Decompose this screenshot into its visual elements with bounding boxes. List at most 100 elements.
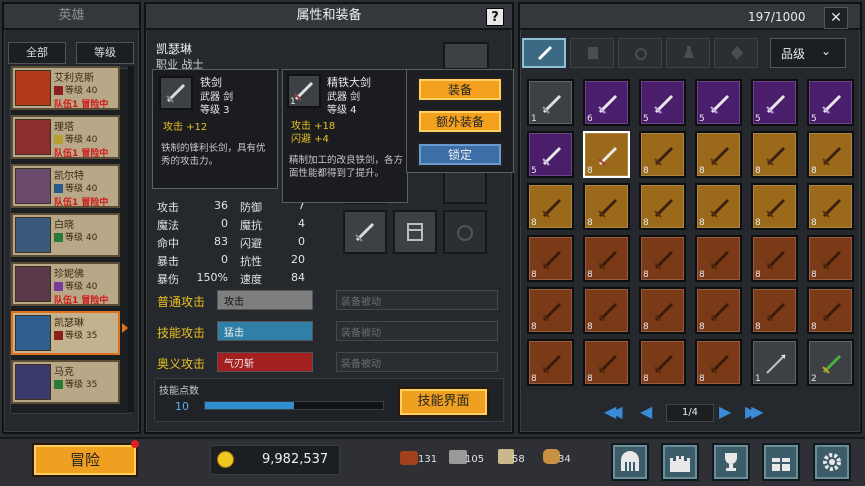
inventory-slot[interactable]: 8 bbox=[527, 235, 574, 282]
inventory-slot[interactable]: 8 bbox=[751, 235, 798, 282]
inventory-slot[interactable]: 8 bbox=[695, 287, 742, 334]
item-count: 8 bbox=[699, 218, 705, 228]
castle-icon bbox=[670, 456, 690, 472]
tab-potion[interactable] bbox=[666, 38, 710, 68]
equip-slot-armor[interactable] bbox=[393, 210, 437, 254]
sword-icon bbox=[766, 94, 786, 114]
tab-weapons[interactable] bbox=[522, 38, 566, 68]
tab-accessory[interactable] bbox=[618, 38, 662, 68]
inventory-slot[interactable]: 8 bbox=[807, 287, 854, 334]
inventory-slot[interactable]: 5 bbox=[807, 79, 854, 126]
hero-card-baixiao[interactable]: 白晓 等级 40 bbox=[11, 213, 120, 257]
item-count: 8 bbox=[643, 374, 649, 384]
equip-slot-weapon[interactable] bbox=[343, 210, 387, 254]
new-item-count: 1 bbox=[290, 97, 296, 107]
inventory-slot[interactable]: 5 bbox=[751, 79, 798, 126]
tab-level[interactable]: 等级 bbox=[76, 42, 134, 64]
inventory-slot[interactable]: 8 bbox=[639, 287, 686, 334]
inventory-slot[interactable]: 8 bbox=[583, 287, 630, 334]
inventory-slot[interactable]: 8 bbox=[751, 287, 798, 334]
inventory-slot[interactable]: 8 bbox=[639, 131, 686, 178]
inventory-slot[interactable]: 8 bbox=[695, 131, 742, 178]
inventory-slot[interactable]: 8 bbox=[639, 183, 686, 230]
hero-portrait bbox=[15, 70, 51, 106]
stat-label-defense: 防御 bbox=[240, 201, 262, 214]
nav-settings-button[interactable] bbox=[813, 443, 851, 481]
sword-icon bbox=[710, 354, 730, 374]
inventory-slot[interactable]: 8 bbox=[583, 183, 630, 230]
next-page-icon[interactable]: ▶ bbox=[719, 403, 737, 421]
hero-card-mark[interactable]: 马克 等级 35 bbox=[11, 360, 120, 404]
hero-card-kelt[interactable]: 凯尔特 等级 40 队伍1 冒险中 bbox=[11, 164, 120, 208]
inventory-slot[interactable]: 8 bbox=[583, 131, 630, 178]
equip-slot-helm[interactable] bbox=[443, 42, 489, 70]
inventory-slot[interactable]: 8 bbox=[639, 235, 686, 282]
inventory-slot[interactable]: 8 bbox=[527, 183, 574, 230]
resource-meat: 131 bbox=[418, 454, 438, 465]
inventory-slot[interactable]: 5 bbox=[639, 79, 686, 126]
inventory-count: 197/1000 bbox=[748, 10, 806, 24]
inventory-slot[interactable]: 8 bbox=[807, 183, 854, 230]
inventory-slot[interactable]: 8 bbox=[583, 339, 630, 386]
inventory-slot[interactable]: 8 bbox=[527, 339, 574, 386]
skill-screen-button[interactable]: 技能界面 bbox=[398, 387, 489, 417]
inventory-slot[interactable]: 8 bbox=[751, 183, 798, 230]
inventory-slot[interactable]: 5 bbox=[695, 79, 742, 126]
inventory-slot[interactable]: 8 bbox=[639, 339, 686, 386]
item-count: 1 bbox=[531, 114, 537, 124]
close-button[interactable]: ✕ bbox=[824, 7, 848, 29]
equip-button[interactable]: 装备 bbox=[417, 77, 503, 102]
inventory-slot[interactable]: 2 bbox=[807, 339, 854, 386]
sword-icon bbox=[598, 354, 618, 374]
help-button[interactable]: ? bbox=[486, 8, 504, 26]
inventory-slot[interactable]: 8 bbox=[807, 131, 854, 178]
inventory-slot[interactable]: 1 bbox=[527, 79, 574, 126]
hero-card-alex[interactable]: 艾利克斯 等级 40 队伍1 冒险中 bbox=[11, 66, 120, 110]
stat-label-crit: 暴击 bbox=[157, 255, 179, 268]
adventure-button[interactable]: 冒险 bbox=[32, 443, 138, 477]
equip-slot-empty-2[interactable] bbox=[443, 168, 487, 204]
hero-card-rita[interactable]: 理塔 等级 40 队伍1 冒险中 bbox=[11, 115, 120, 159]
inventory-slot[interactable]: 8 bbox=[695, 183, 742, 230]
equip-passive-3[interactable]: 装备被动 bbox=[336, 352, 498, 372]
nav-castle-button[interactable] bbox=[661, 443, 699, 481]
extra-equip-button[interactable]: 额外装备 bbox=[417, 109, 503, 134]
inventory-slot[interactable]: 8 bbox=[527, 287, 574, 334]
sort-dropdown[interactable]: 品级 ⌄ bbox=[770, 38, 846, 68]
hero-card-jennifer[interactable]: 珍妮佛 等级 40 队伍1 冒险中 bbox=[11, 262, 120, 306]
nav-trophy-button[interactable] bbox=[712, 443, 750, 481]
nav-gift-button[interactable] bbox=[762, 443, 800, 481]
lock-button[interactable]: 锁定 bbox=[417, 142, 503, 167]
inventory-slot[interactable]: 8 bbox=[751, 131, 798, 178]
inventory-slot[interactable]: 8 bbox=[807, 235, 854, 282]
prev-page-icon[interactable]: ◀ bbox=[640, 403, 658, 421]
hero-card-catherine[interactable]: 凯瑟琳 等级 35 bbox=[11, 311, 120, 355]
inventory-slot[interactable]: 6 bbox=[583, 79, 630, 126]
inventory-slot[interactable]: 8 bbox=[695, 339, 742, 386]
last-page-icon[interactable]: ▶▶ bbox=[745, 403, 773, 421]
stat-label-hit: 命中 bbox=[157, 237, 179, 250]
equip-slot-accessory[interactable] bbox=[443, 210, 487, 254]
tab-armor[interactable] bbox=[570, 38, 614, 68]
stat-value-crit: 0 bbox=[221, 253, 228, 266]
hero-list-scrollbar[interactable] bbox=[128, 66, 134, 412]
equip-passive-1[interactable]: 装备被动 bbox=[336, 290, 498, 310]
inventory-slot[interactable]: 8 bbox=[695, 235, 742, 282]
tab-all[interactable]: 全部 bbox=[8, 42, 66, 64]
skill-ultimate-value[interactable]: 气刃斩 bbox=[217, 352, 313, 372]
inventory-slot[interactable]: 5 bbox=[527, 131, 574, 178]
skill-normal-value[interactable]: 攻击 bbox=[217, 290, 313, 310]
item-count: 8 bbox=[587, 166, 593, 176]
skill-skill-value[interactable]: 猛击 bbox=[217, 321, 313, 341]
hero-level: 等级 40 bbox=[65, 86, 98, 96]
sword-icon bbox=[542, 302, 562, 322]
equip-passive-2[interactable]: 装备被动 bbox=[336, 321, 498, 341]
first-page-icon[interactable]: ◀◀ bbox=[604, 403, 632, 421]
inventory-slot[interactable]: 8 bbox=[583, 235, 630, 282]
nav-gate-button[interactable] bbox=[611, 443, 649, 481]
hero-name: 凯尔特 bbox=[54, 171, 84, 182]
inventory-slot[interactable]: 1 bbox=[751, 339, 798, 386]
gold-amount: 9,982,537 bbox=[262, 452, 329, 467]
tab-gem[interactable] bbox=[714, 38, 758, 68]
sword-icon bbox=[542, 198, 562, 218]
